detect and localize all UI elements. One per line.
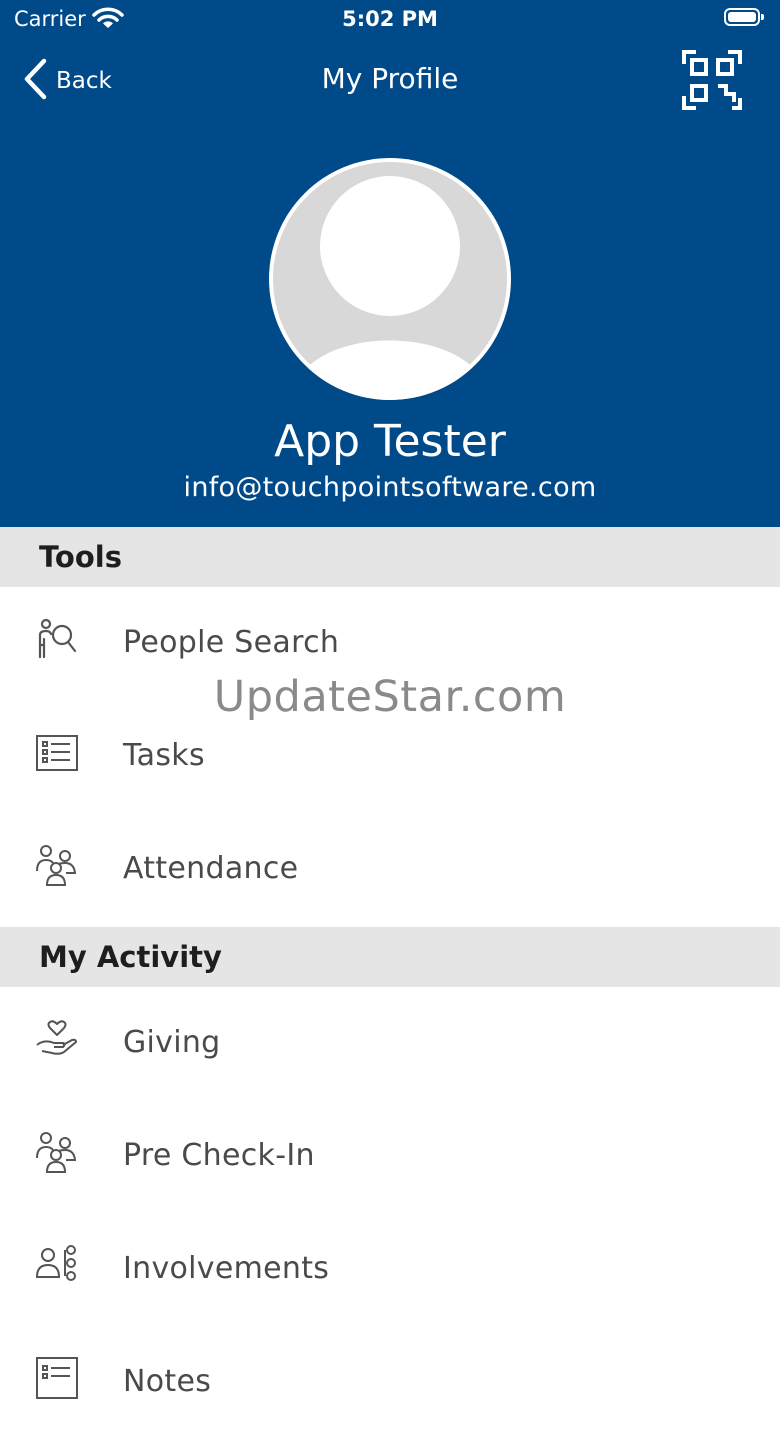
page-title: My Profile	[321, 62, 459, 95]
section-header-my-activity: My Activity	[0, 927, 780, 987]
menu-item-notes[interactable]: Notes	[0, 1326, 780, 1439]
avatar[interactable]	[269, 158, 511, 400]
clock: 5:02 PM	[342, 7, 438, 31]
section-title: Tools	[39, 540, 122, 574]
task-list-icon	[34, 730, 80, 776]
menu-item-label: Pre Check-In	[123, 1138, 315, 1173]
menu-item-label: Notes	[123, 1364, 212, 1399]
notes-icon	[34, 1356, 80, 1402]
section-header-tools: Tools	[0, 527, 780, 587]
menu-item-pre-check-in[interactable]: Pre Check-In	[0, 1100, 780, 1213]
menu-item-label: Giving	[123, 1025, 221, 1060]
profile-name: App Tester	[274, 416, 506, 467]
watermark: UpdateStar.com	[213, 672, 567, 722]
menu-item-label: Attendance	[123, 851, 299, 886]
menu-item-attendance[interactable]: Attendance	[0, 813, 780, 926]
menu-item-involvements[interactable]: Involvements	[0, 1213, 780, 1326]
menu-item-label: Involvements	[123, 1251, 330, 1286]
person-network-icon	[34, 1243, 80, 1289]
status-bar: Carrier 5:02 PM	[0, 0, 780, 40]
heart-hand-icon	[34, 1017, 80, 1063]
menu-item-giving[interactable]: Giving	[0, 987, 780, 1100]
section-title: My Activity	[39, 940, 222, 974]
profile-email: info@touchpointsoftware.com	[183, 472, 597, 503]
group-icon	[34, 1130, 80, 1176]
battery-icon	[724, 8, 764, 28]
person-placeholder-icon	[273, 162, 507, 400]
menu-item-label: Tasks	[123, 738, 205, 773]
people-search-icon	[34, 617, 80, 663]
qr-code-scan-icon[interactable]	[682, 50, 742, 110]
group-icon	[34, 843, 80, 889]
menu-item-label: People Search	[123, 625, 340, 660]
profile-header: Carrier 5:02 PM Back My Profile App Test…	[0, 0, 780, 527]
